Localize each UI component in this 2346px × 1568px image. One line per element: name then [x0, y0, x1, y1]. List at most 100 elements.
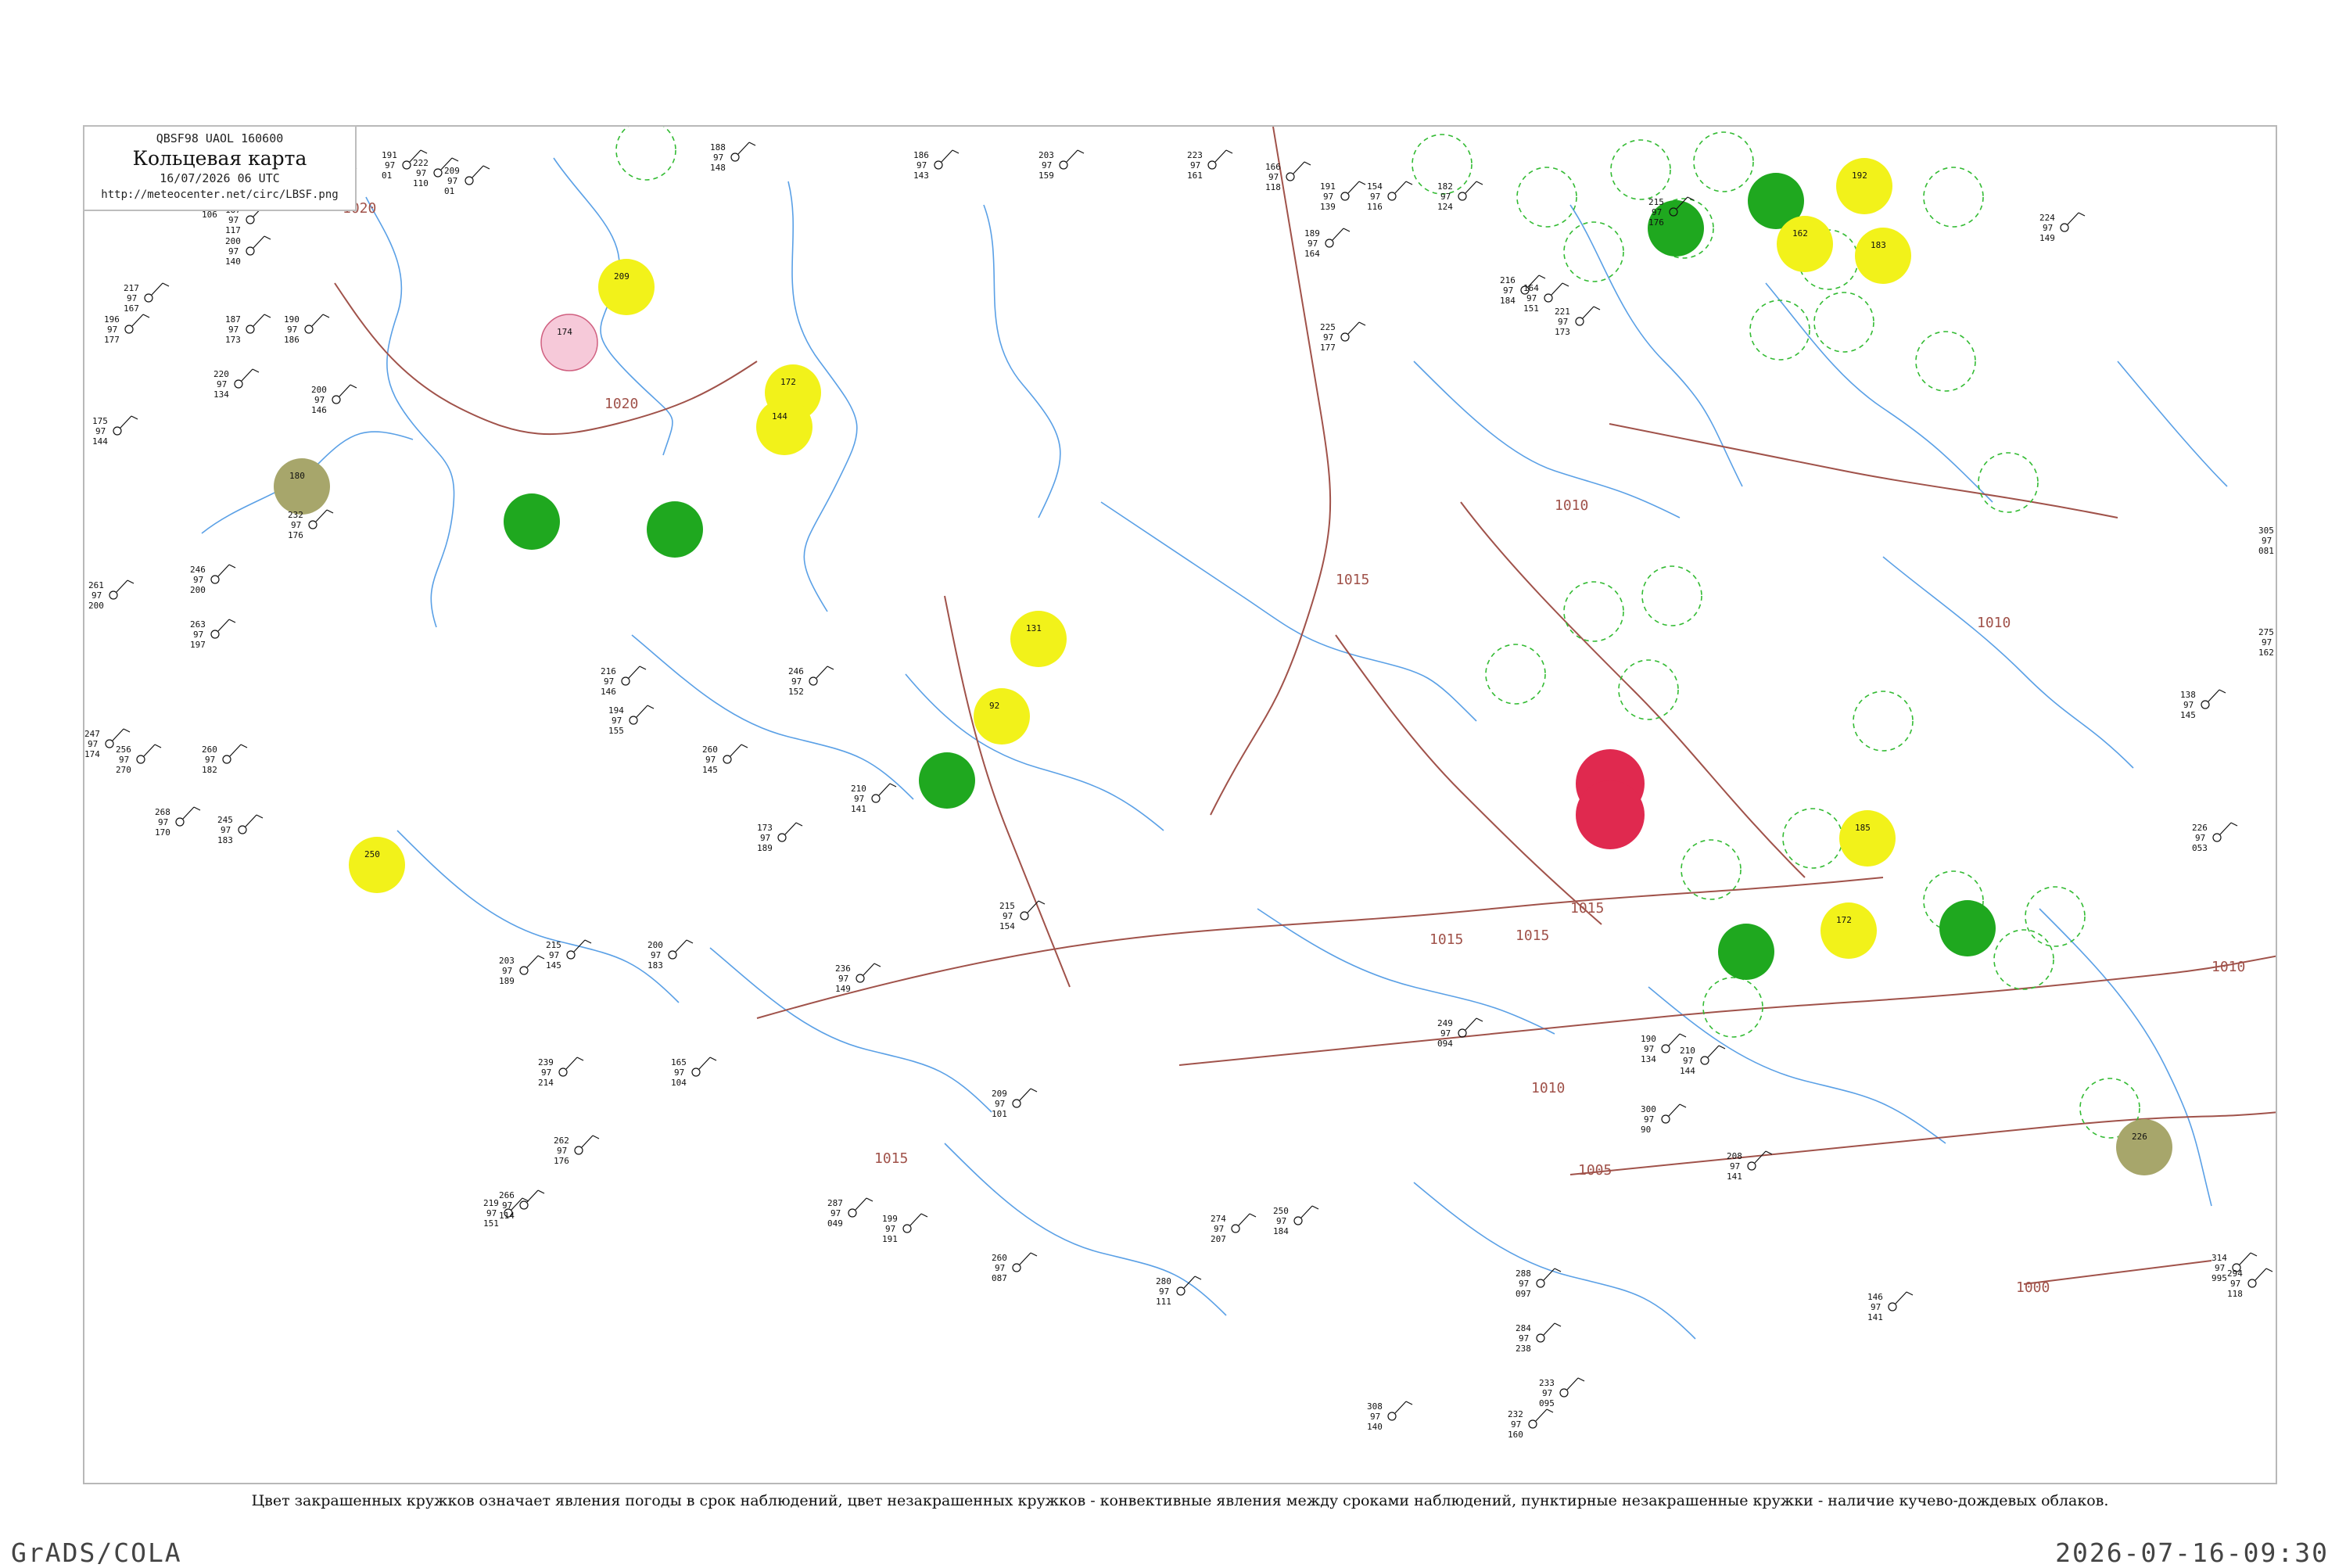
cb-circle	[1782, 808, 1843, 869]
station-temperature: 191	[382, 150, 397, 160]
station-temperature: 200	[311, 385, 327, 395]
wind-barb-feather-icon	[827, 666, 834, 670]
station-dewpoint: 189	[499, 976, 515, 986]
wind-barb-feather-icon	[1562, 282, 1569, 287]
wind-barb-feather-icon	[1538, 274, 1546, 279]
station-visibility: 97	[1214, 1224, 1224, 1234]
phenomenon-circle-olive	[274, 458, 330, 515]
station-plot: 21097144	[1680, 1045, 1726, 1076]
wind-barb-icon	[816, 666, 828, 679]
station-visibility: 97	[158, 817, 168, 827]
wind-barb-icon	[675, 939, 687, 953]
station-visibility: 97	[1871, 1302, 1881, 1312]
station-temperature: 260	[992, 1253, 1007, 1263]
isobar-label: 1010	[1531, 1080, 1565, 1096]
station-circle-icon	[558, 1067, 568, 1077]
station-visibility: 97	[502, 966, 512, 976]
station-plot: 16597104	[671, 1057, 717, 1088]
wind-barb-icon	[339, 384, 351, 397]
station-plot: 28097111	[1156, 1276, 1202, 1307]
wind-barb-feather-icon	[584, 939, 592, 944]
phenomenon-label: 226	[2132, 1132, 2147, 1142]
wind-barb-icon	[1754, 1150, 1767, 1164]
station-dewpoint: 141	[851, 804, 866, 814]
station-dewpoint: 155	[608, 726, 624, 736]
station-plot: 26397197	[190, 619, 236, 650]
phenomenon-circle-green	[504, 493, 560, 550]
station-dewpoint: 159	[1038, 170, 1054, 181]
isobar-line	[2023, 1260, 2212, 1285]
wind-barb-icon	[1238, 1213, 1250, 1226]
wind-barb-feather-icon	[154, 744, 162, 748]
station-visibility: 97	[1440, 192, 1451, 202]
station-temperature: 209	[444, 166, 460, 176]
cb-circle	[1813, 292, 1874, 353]
wind-barb-icon	[1293, 161, 1305, 174]
station-dewpoint: 170	[155, 827, 170, 838]
phenomenon-label: 250	[364, 849, 380, 859]
station-circle-icon	[902, 1224, 912, 1233]
station-visibility: 97	[91, 590, 102, 601]
wind-barb-icon	[245, 814, 257, 827]
cb-circle	[1702, 977, 1763, 1038]
station-plot: 18697143	[913, 149, 960, 181]
station-circle-icon	[1387, 192, 1397, 201]
wind-barb-icon	[1332, 228, 1344, 241]
station-visibility: 97	[1542, 1388, 1552, 1398]
station-dewpoint: 146	[311, 405, 327, 415]
station-visibility: 97	[1644, 1114, 1654, 1125]
station-circle-icon	[1387, 1412, 1397, 1421]
station-dewpoint: 151	[483, 1218, 499, 1229]
station-dewpoint: 140	[1367, 1422, 1383, 1432]
station-dewpoint: 162	[2258, 648, 2274, 658]
station-dewpoint: 214	[538, 1078, 554, 1088]
station-temperature: 219	[483, 1198, 499, 1208]
wind-barb-feather-icon	[1554, 1268, 1562, 1272]
station-circle-icon	[1012, 1263, 1021, 1272]
station-circle-icon	[234, 379, 243, 389]
stations-layer: 1919701182970320997011809710618797117200…	[84, 142, 2274, 1440]
wind-barb-icon	[1535, 1408, 1548, 1422]
station-dewpoint: 01	[444, 186, 454, 196]
station-dewpoint: 144	[92, 436, 108, 447]
station-visibility: 97	[2183, 700, 2194, 710]
station-circle-icon	[1231, 1224, 1240, 1233]
wind-barb-icon	[1465, 181, 1477, 194]
station-visibility: 97	[1558, 317, 1568, 327]
station-dewpoint: 152	[788, 687, 804, 697]
wind-barb-icon	[112, 728, 124, 741]
wind-barb-icon	[730, 744, 742, 757]
station-dewpoint: 140	[225, 257, 241, 267]
station-plot: 21597145	[546, 939, 592, 971]
station-temperature: 239	[538, 1057, 554, 1067]
station-visibility: 97	[1730, 1161, 1740, 1172]
wind-barb-feather-icon	[1343, 228, 1351, 232]
wind-barb-icon	[1668, 1033, 1681, 1046]
station-visibility: 97	[205, 755, 215, 765]
cb-circle	[1915, 331, 1976, 392]
station-plot: 30897140	[1367, 1401, 1413, 1432]
station-circle-icon	[1458, 1028, 1467, 1038]
station-plot: 3009790	[1641, 1103, 1687, 1135]
station-visibility: 97	[1519, 1279, 1529, 1289]
station-dewpoint: 049	[827, 1218, 843, 1229]
station-visibility: 97	[314, 395, 325, 405]
map-title: Кольцевая карта	[132, 147, 307, 170]
wind-barb-icon	[1895, 1291, 1907, 1304]
station-visibility: 97	[2215, 1263, 2225, 1273]
river	[1413, 361, 1681, 518]
station-plot: 25097184	[1273, 1205, 1319, 1236]
station-temperature: 166	[1265, 162, 1281, 172]
station-temperature: 314	[2211, 1253, 2227, 1263]
station-visibility: 97	[2230, 1279, 2240, 1289]
station-circle-icon	[1888, 1302, 1897, 1311]
map-url[interactable]: http://meteocenter.net/circ/LBSF.png	[84, 188, 355, 201]
station-dewpoint: 174	[84, 749, 100, 759]
wind-barb-feather-icon	[1679, 1033, 1687, 1038]
station-circle-icon	[1536, 1279, 1545, 1288]
station-temperature: 216	[1500, 275, 1516, 285]
station-temperature: 190	[284, 314, 300, 325]
station-plot: 22497149	[2039, 212, 2086, 243]
wind-barb-icon	[2208, 689, 2220, 702]
wind-barb-feather-icon	[2230, 822, 2238, 827]
